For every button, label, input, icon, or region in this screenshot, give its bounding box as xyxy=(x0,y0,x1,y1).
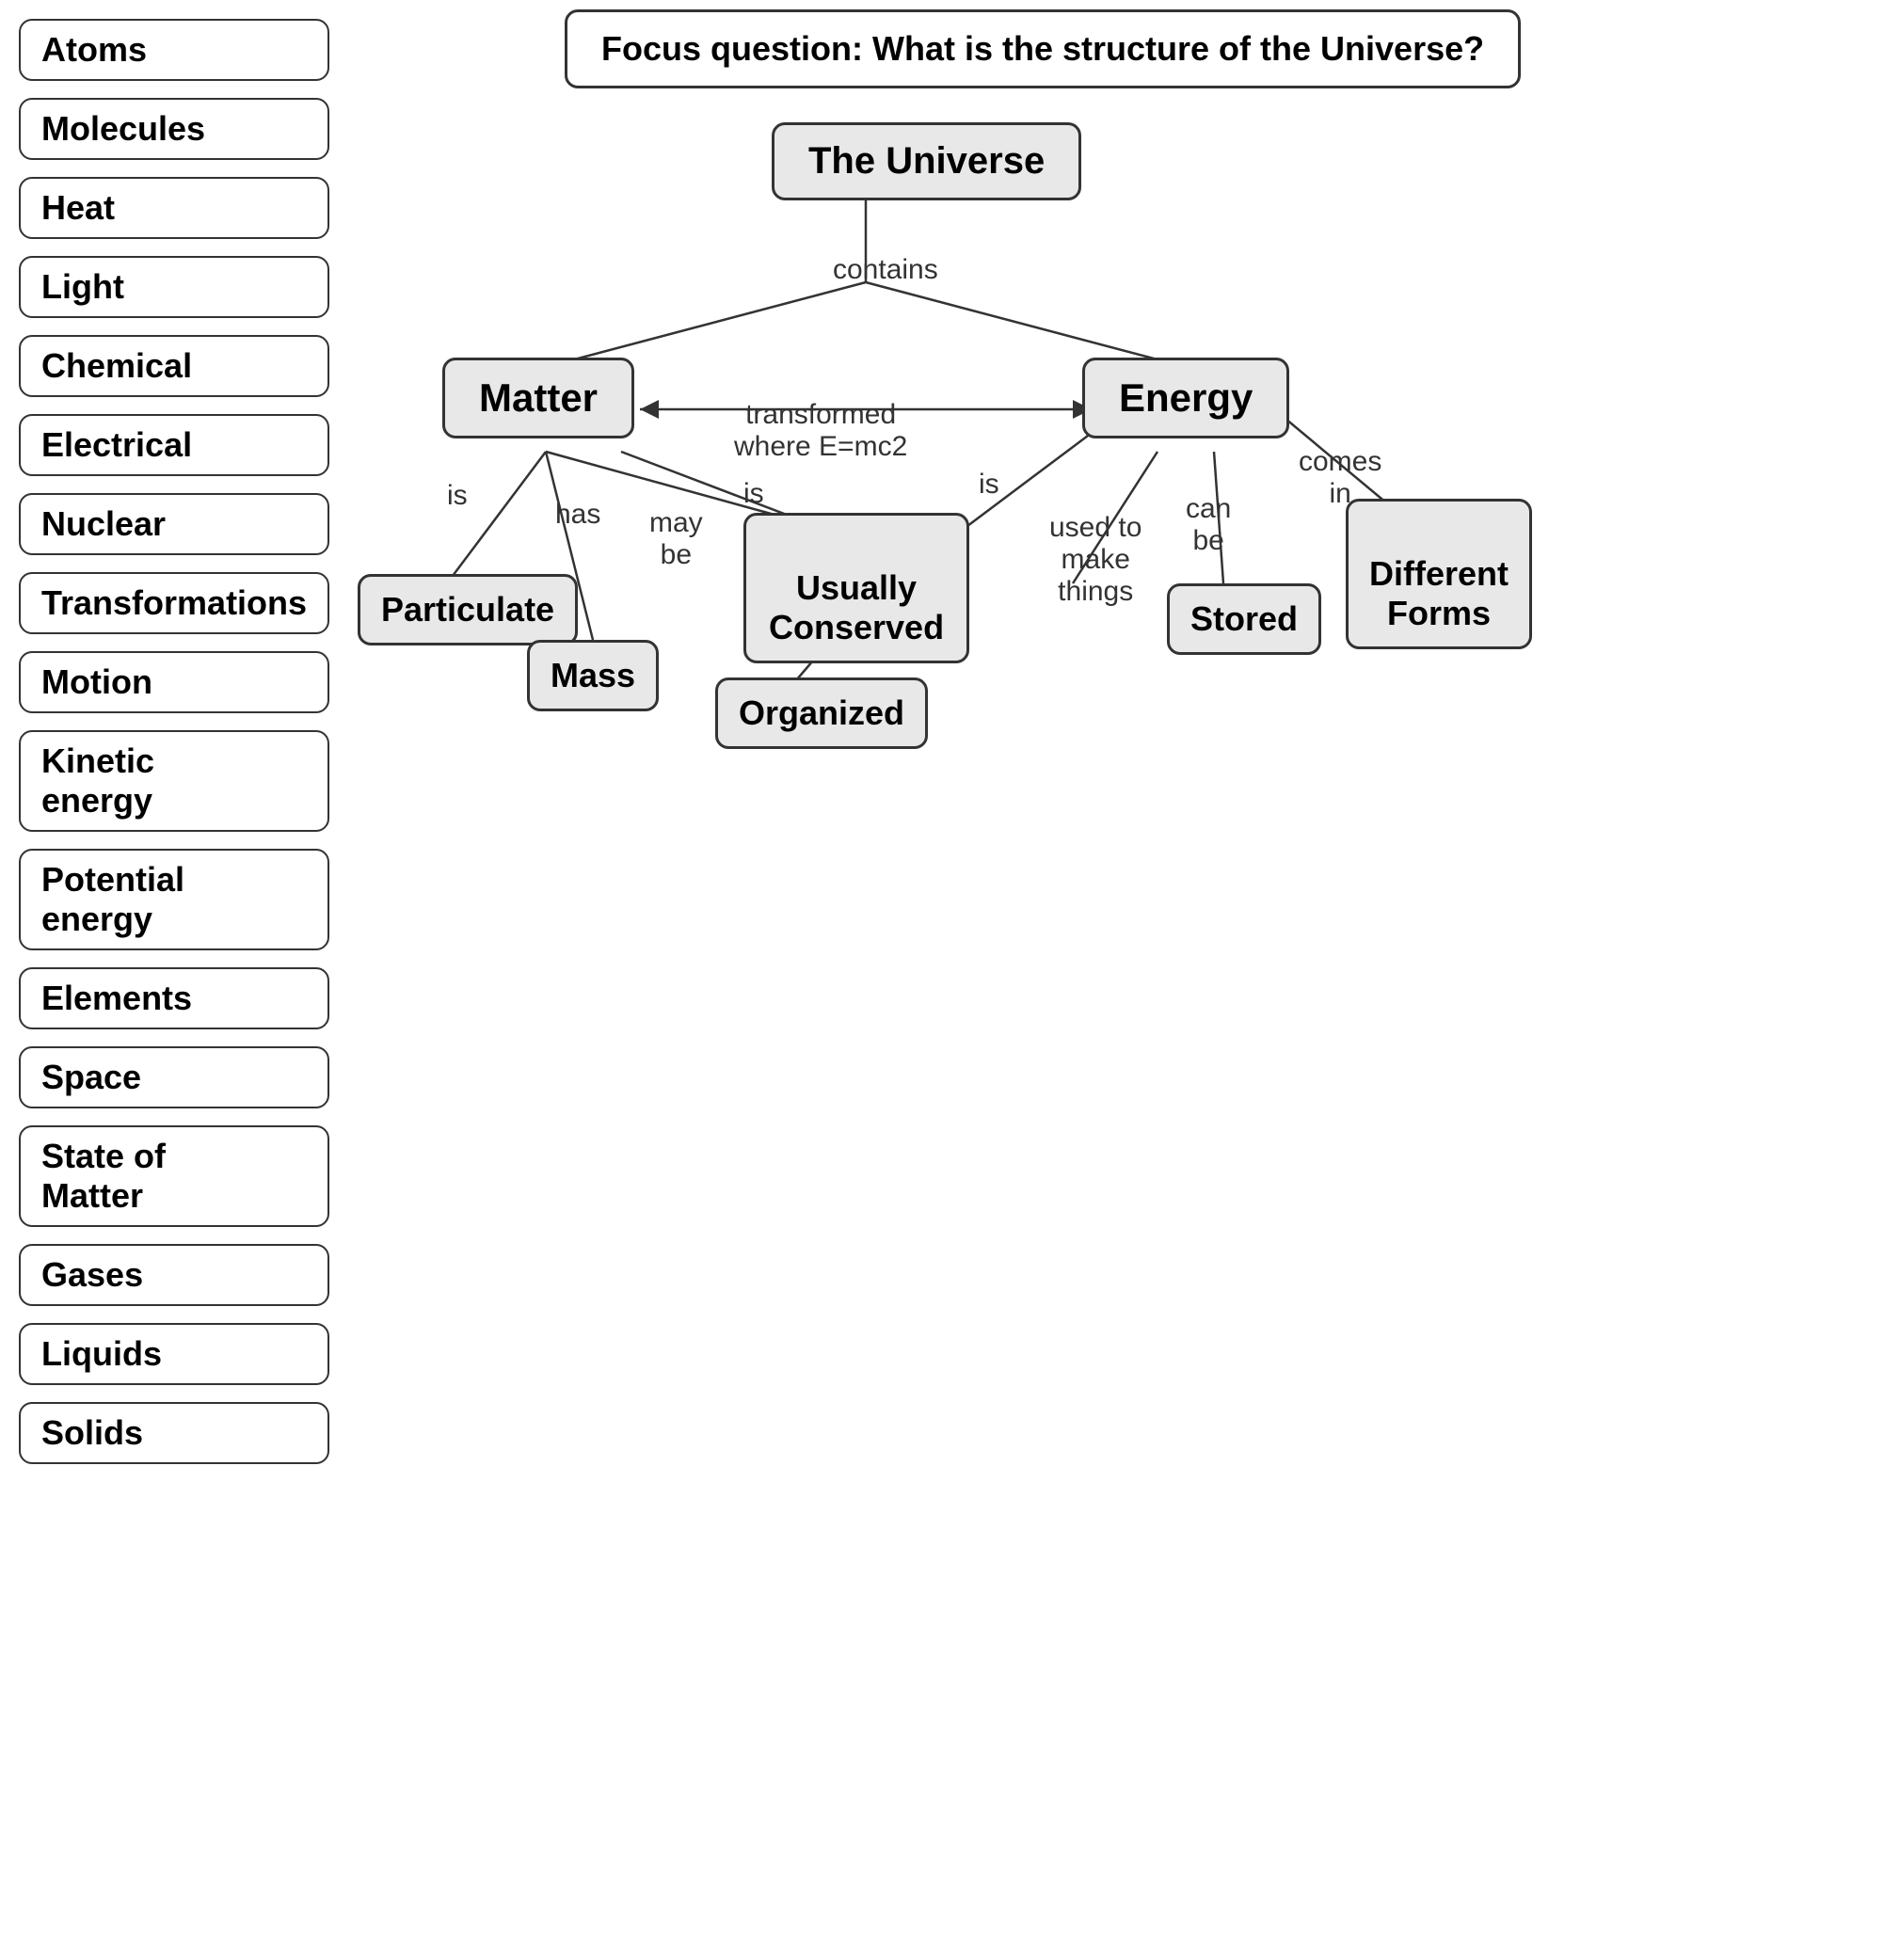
different-forms-node[interactable]: Different Forms xyxy=(1346,499,1532,649)
used-to-make-label: used to make things xyxy=(1049,480,1142,608)
matter-maybe-label: may be xyxy=(649,475,703,571)
energy-is-label: is xyxy=(979,469,999,501)
comes-in-label: comes in xyxy=(1299,414,1381,510)
matter-has-label: has xyxy=(555,499,600,531)
transformed-label: transformed where E=mc2 xyxy=(734,367,907,463)
can-be-label: can be xyxy=(1186,461,1231,557)
connections-svg xyxy=(282,0,1882,1960)
diagram-area: Focus question: What is the structure of… xyxy=(282,0,1882,1960)
stored-node[interactable]: Stored xyxy=(1167,583,1321,655)
universe-node[interactable]: The Universe xyxy=(772,122,1081,200)
organized-node[interactable]: Organized xyxy=(715,677,928,749)
contains-label: contains xyxy=(833,254,938,286)
particulate-node[interactable]: Particulate xyxy=(358,574,578,645)
matter-node[interactable]: Matter xyxy=(442,358,634,438)
mass-node[interactable]: Mass xyxy=(527,640,659,711)
focus-question-node: Focus question: What is the structure of… xyxy=(565,9,1521,88)
energy-node[interactable]: Energy xyxy=(1082,358,1289,438)
usually-conserved-node[interactable]: Usually Conserved xyxy=(743,513,969,663)
matter-is1-label: is xyxy=(447,480,468,512)
matter-is2-label: is xyxy=(743,478,764,510)
